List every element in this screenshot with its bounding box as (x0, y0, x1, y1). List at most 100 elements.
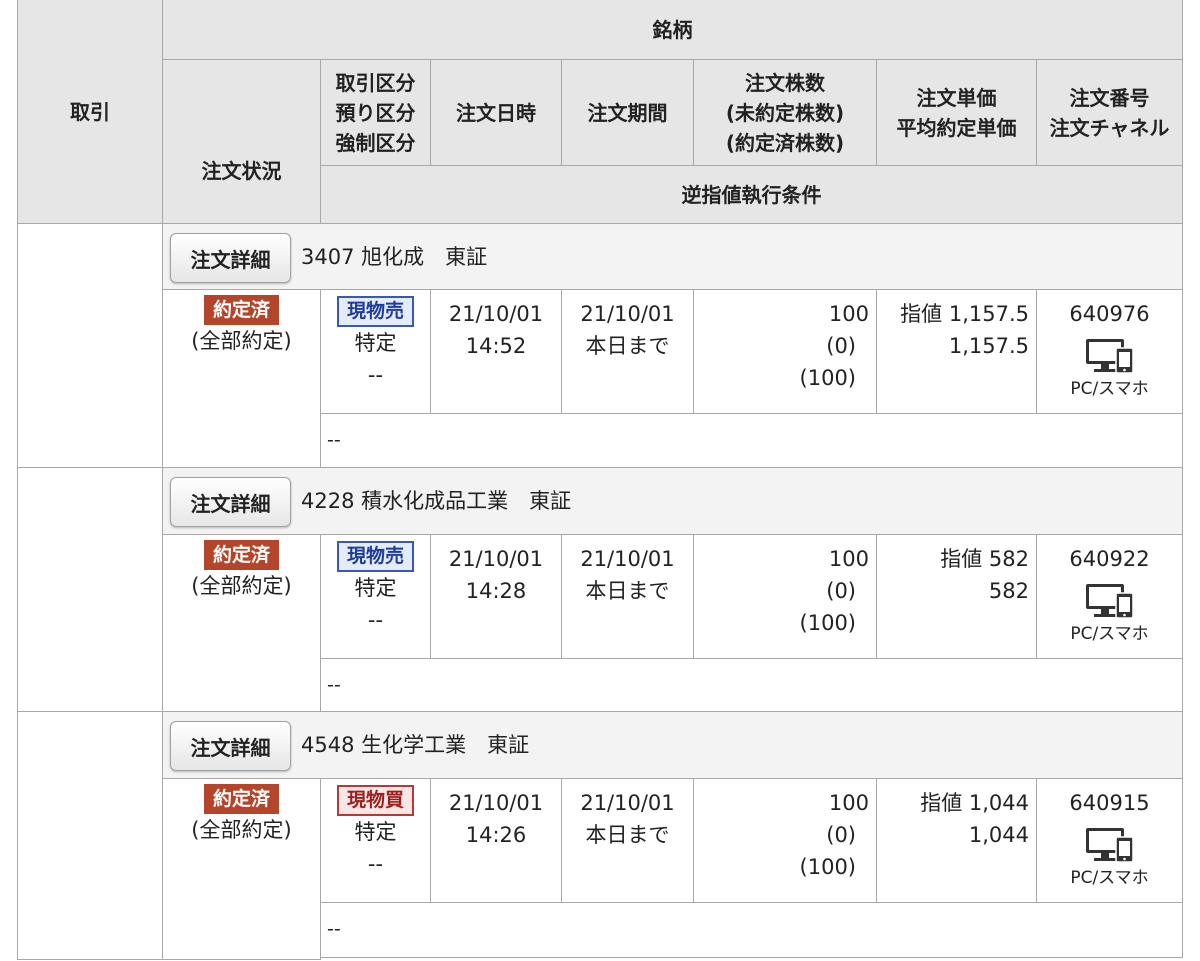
order-3-order-no: 640915 (1069, 791, 1150, 815)
order-1-unfilled: (0) (826, 334, 856, 358)
order-2-status-badge: 約定済 (203, 540, 279, 570)
header-price-avg: 平均約定単価 (896, 115, 1017, 140)
order-2-torihiki-cell (17, 467, 163, 712)
pc-smartphone-icon (1085, 828, 1134, 863)
order-1-stock-row: 注文詳細 3407 旭化成 東証 (162, 223, 1183, 290)
header-qty: 注文株数 (未約定株数) (約定済株数) (693, 59, 877, 166)
order-1-period-date: 21/10/01 (580, 302, 675, 326)
order-1-order-time: 14:52 (465, 334, 527, 358)
order-2-price: 指値 582 (940, 547, 1029, 571)
header-kubun-deposit: 預り区分 (335, 100, 416, 125)
order-2-kubun-cell: 現物売 特定 -- (320, 534, 431, 659)
order-1-date-cell: 21/10/01 14:52 (430, 289, 562, 414)
order-3-channel: PC/スマホ (1070, 868, 1149, 888)
order-2-order-date: 21/10/01 (448, 547, 544, 571)
order-3-status-sub: (全部約定) (191, 818, 292, 842)
order-3-qty: 100 (828, 791, 869, 815)
order-1-qty: 100 (828, 302, 869, 326)
order-2-order-no: 640922 (1069, 547, 1150, 571)
order-3-condition: -- (320, 902, 1183, 958)
order-2-deposit: 特定 (354, 576, 397, 600)
order-2-qty-cell: 100 (0) (100) (693, 534, 877, 659)
order-3-kubun-cell: 現物買 特定 -- (320, 778, 431, 903)
pc-smartphone-icon (1085, 584, 1134, 619)
order-table: 取引 銘柄 注文状況 取引区分 預り区分 強制区分 注文日時 注文期間 注文株数… (17, 0, 1184, 961)
order-3-date-cell: 21/10/01 14:26 (430, 778, 562, 903)
order-2-condition: -- (320, 658, 1183, 712)
order-1-forced: -- (367, 363, 384, 387)
order-3-torihiki-cell (17, 711, 163, 960)
order-3-detail-button[interactable]: 注文詳細 (170, 721, 291, 771)
order-1-qty-cell: 100 (0) (100) (693, 289, 877, 414)
order-3-forced: -- (367, 852, 384, 876)
order-2-period-cell: 21/10/01 本日まで (561, 534, 694, 659)
order-2-channel: PC/スマホ (1070, 624, 1149, 644)
order-1-detail-button[interactable]: 注文詳細 (170, 233, 291, 283)
order-1-order-no: 640976 (1069, 302, 1150, 326)
header-kubun-forced: 強制区分 (335, 130, 416, 155)
pc-smartphone-icon (1085, 339, 1134, 374)
header-kubun: 取引区分 預り区分 強制区分 (320, 59, 431, 166)
order-3-filled: (100) (799, 855, 856, 879)
order-3-order-date: 21/10/01 (448, 791, 544, 815)
order-2-date-cell: 21/10/01 14:28 (430, 534, 562, 659)
order-2-detail-button[interactable]: 注文詳細 (170, 477, 291, 527)
header-qty-unfilled: (未約定株数) (725, 100, 845, 125)
order-3-order-time: 14:26 (465, 823, 527, 847)
order-3-deposit: 特定 (354, 820, 397, 844)
order-2-qty: 100 (828, 547, 869, 571)
order-1-torihiki-cell (17, 223, 163, 468)
order-1-trade-badge: 現物売 (336, 296, 414, 327)
header-price: 注文単価 平均約定単価 (876, 59, 1037, 166)
order-3-period-cell: 21/10/01 本日まで (561, 778, 694, 903)
header-date: 注文日時 (430, 59, 562, 166)
order-1-stock-name: 3407 旭化成 東証 (301, 245, 488, 269)
order-1-status-badge: 約定済 (203, 295, 279, 325)
header-price-order: 注文単価 (916, 85, 997, 110)
order-2-period-note: 本日まで (585, 579, 670, 603)
order-1-status-sub: (全部約定) (191, 329, 292, 353)
order-1-price: 指値 1,157.5 (900, 302, 1029, 326)
order-3-period-date: 21/10/01 (580, 791, 675, 815)
header-torihiki: 取引 (17, 0, 163, 224)
order-3-status-badge: 約定済 (203, 784, 279, 814)
order-2-order-time: 14:28 (465, 579, 527, 603)
order-1-deposit: 特定 (354, 331, 397, 355)
order-3-qty-cell: 100 (0) (100) (693, 778, 877, 903)
order-3-number-cell: 640915 PC/スマホ (1036, 778, 1183, 903)
order-1-channel: PC/スマホ (1070, 379, 1149, 399)
header-kubun-trade: 取引区分 (335, 70, 416, 95)
order-3-stock-name: 4548 生化学工業 東証 (301, 733, 530, 757)
order-2-filled: (100) (799, 611, 856, 635)
order-3-avg-price: 1,044 (968, 823, 1029, 847)
order-3-price-cell: 指値 1,044 1,044 (876, 778, 1037, 903)
order-2-status-sub: (全部約定) (191, 574, 292, 598)
order-1-condition: -- (320, 413, 1183, 468)
order-1-price-cell: 指値 1,157.5 1,157.5 (876, 289, 1037, 414)
order-2-stock-name: 4228 積水化成品工業 東証 (301, 489, 572, 513)
order-1-kubun-cell: 現物売 特定 -- (320, 289, 431, 414)
order-3-period-note: 本日まで (585, 823, 670, 847)
header-condition: 逆指値執行条件 (320, 165, 1183, 224)
order-1-order-date: 21/10/01 (448, 302, 544, 326)
order-2-period-date: 21/10/01 (580, 547, 675, 571)
order-2-number-cell: 640922 PC/スマホ (1036, 534, 1183, 659)
header-number-channel: 注文チャネル (1049, 115, 1170, 140)
order-2-price-cell: 指値 582 582 (876, 534, 1037, 659)
header-qty-order: 注文株数 (745, 70, 825, 95)
order-1-number-cell: 640976 PC/スマホ (1036, 289, 1183, 414)
order-2-unfilled: (0) (826, 579, 856, 603)
order-1-avg-price: 1,157.5 (948, 334, 1029, 358)
order-1-period-cell: 21/10/01 本日まで (561, 289, 694, 414)
order-1-status-cell: 約定済 (全部約定) (162, 289, 321, 468)
header-number: 注文番号 注文チャネル (1036, 59, 1183, 166)
order-3-price: 指値 1,044 (920, 791, 1029, 815)
order-1-period-note: 本日まで (585, 334, 670, 358)
order-2-forced: -- (367, 608, 384, 632)
order-2-stock-row: 注文詳細 4228 積水化成品工業 東証 (162, 467, 1183, 535)
header-number-order: 注文番号 (1069, 85, 1150, 110)
order-3-unfilled: (0) (826, 823, 856, 847)
header-status: 注文状況 (162, 59, 321, 224)
order-3-stock-row: 注文詳細 4548 生化学工業 東証 (162, 711, 1183, 779)
order-3-status-cell: 約定済 (全部約定) (162, 778, 321, 960)
